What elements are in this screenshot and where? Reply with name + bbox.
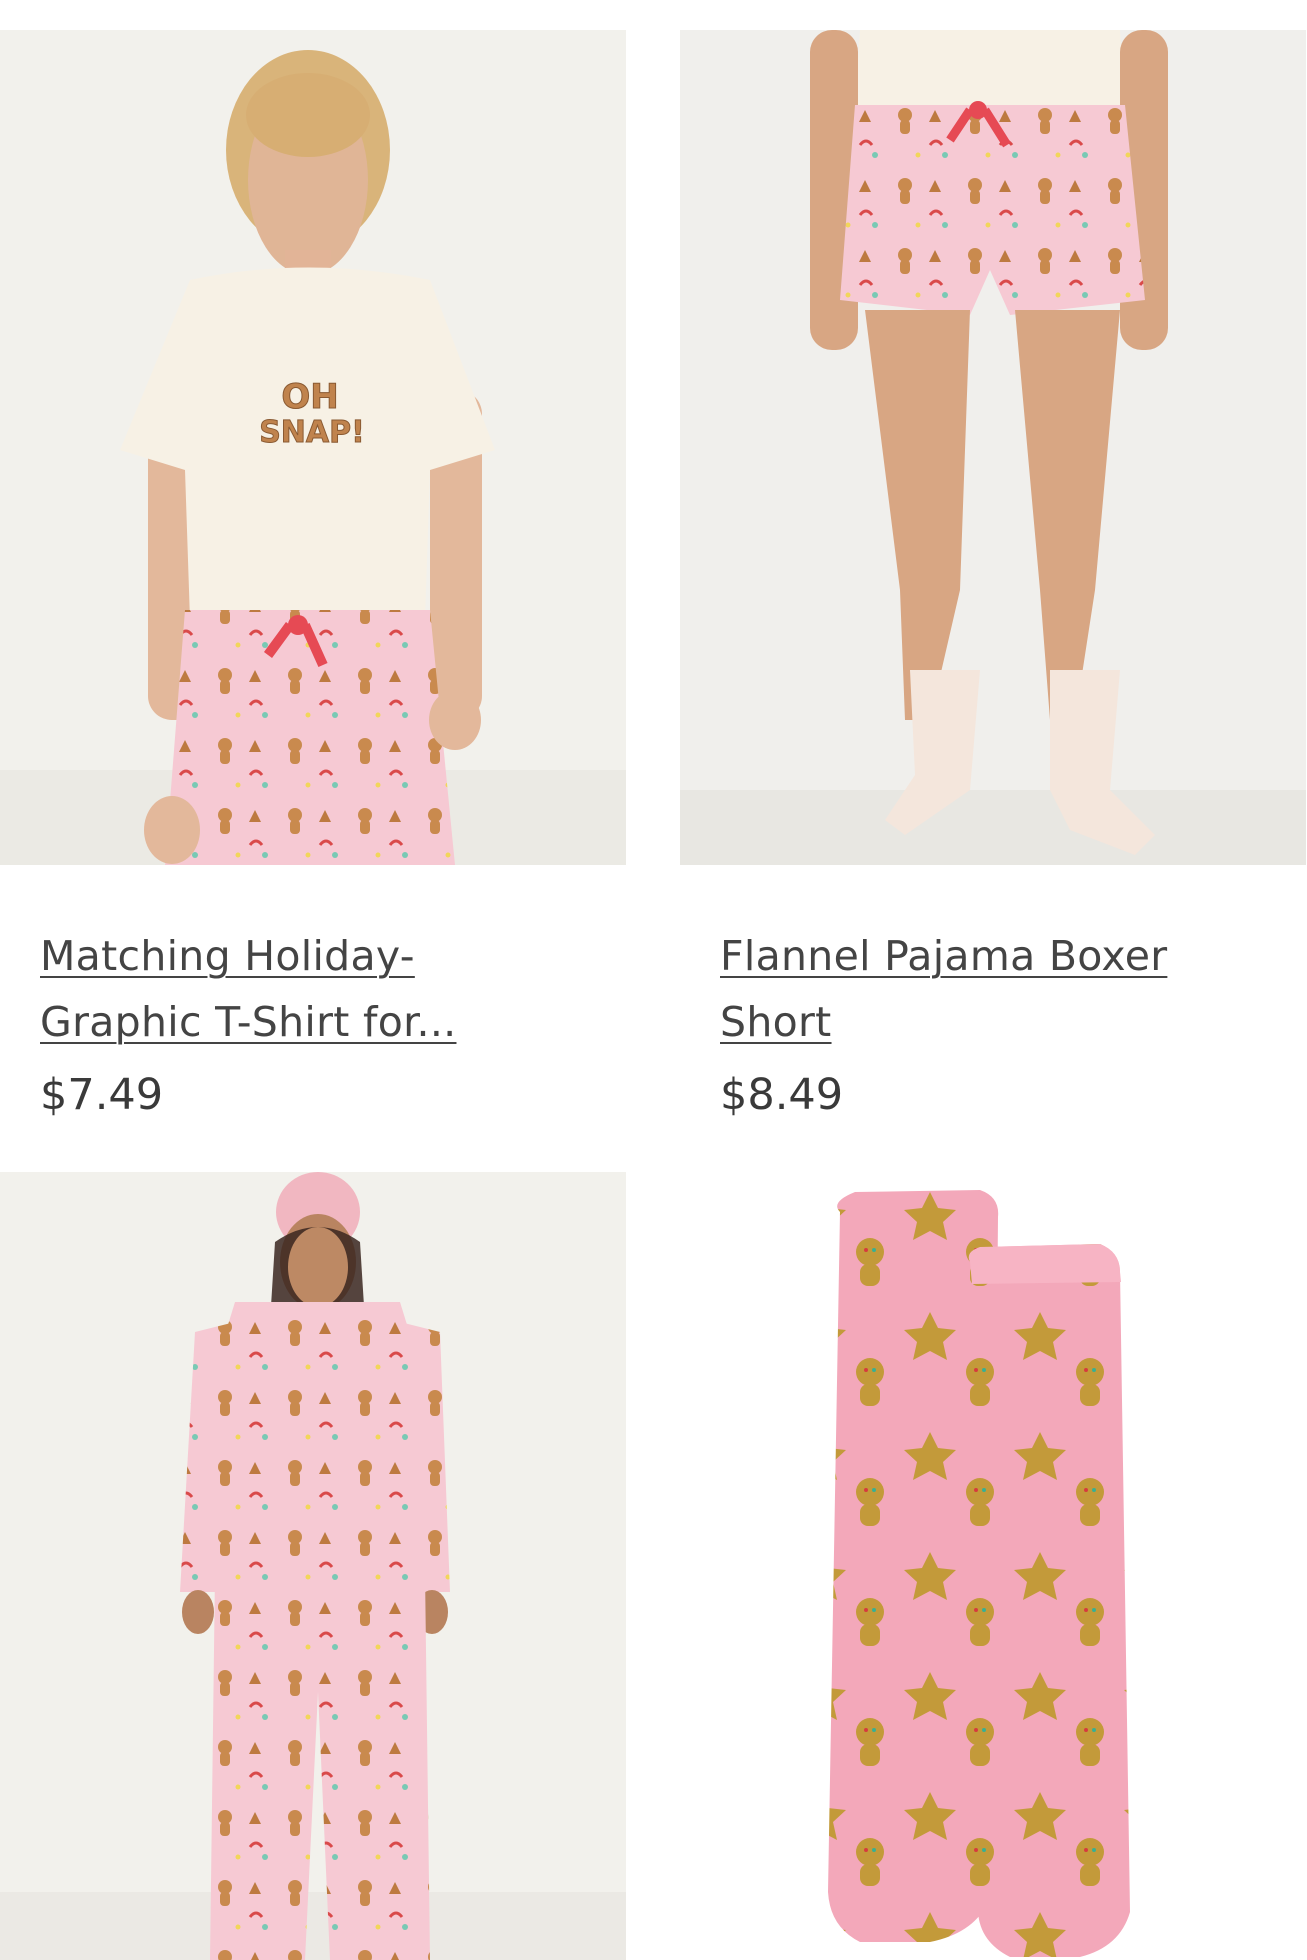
product-image[interactable]	[0, 1172, 626, 1960]
graphic-text: OH	[281, 377, 338, 417]
product-info: Matching Holiday- Graphic T-Shirt for...…	[0, 865, 626, 1125]
product-title-line: Matching Holiday-	[40, 932, 415, 980]
product-image[interactable]	[680, 30, 1306, 865]
product-info: Flannel Pajama Boxer Short $8.49	[680, 865, 1306, 1125]
product-card[interactable]: Flannel Pajama Boxer Short $8.49	[680, 30, 1306, 1125]
product-title-line: Flannel Pajama Boxer	[720, 932, 1168, 980]
product-card[interactable]	[0, 1172, 626, 1960]
product-card[interactable]: OH SNAP! Matching Holiday- Graphic T-Shi…	[0, 30, 626, 1125]
product-grid: OH SNAP! Matching Holiday- Graphic T-Shi…	[0, 0, 1307, 1960]
product-title-line: Graphic T-Shirt for...	[40, 998, 457, 1046]
product-card[interactable]	[680, 1172, 1306, 1960]
product-price: $7.49	[40, 1070, 164, 1120]
product-title-link[interactable]: Matching Holiday- Graphic T-Shirt for...	[40, 923, 580, 1055]
product-image[interactable]: OH SNAP!	[0, 30, 626, 865]
product-price: $8.49	[720, 1070, 844, 1120]
product-image[interactable]	[680, 1172, 1306, 1960]
graphic-text: SNAP!	[259, 415, 365, 450]
product-title-line: Short	[720, 998, 832, 1046]
product-title-link[interactable]: Flannel Pajama Boxer Short	[720, 923, 1260, 1055]
